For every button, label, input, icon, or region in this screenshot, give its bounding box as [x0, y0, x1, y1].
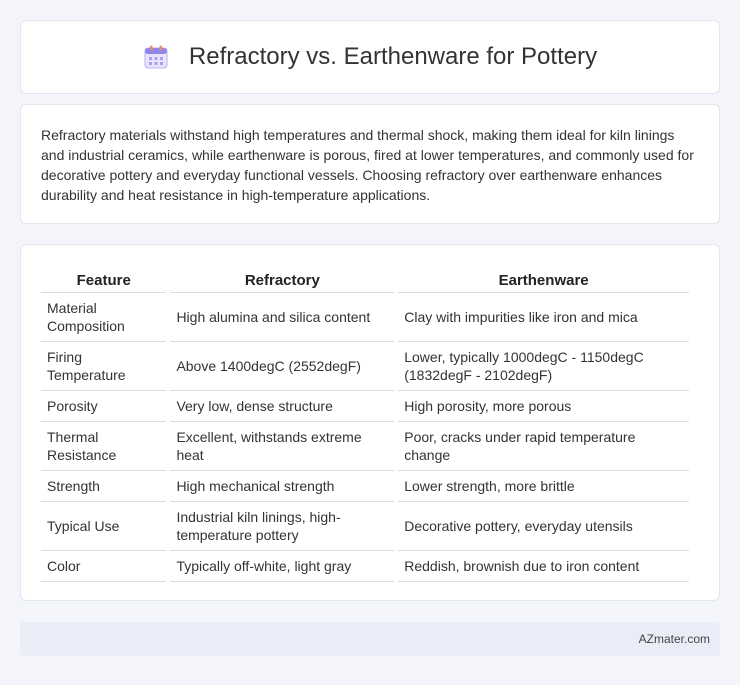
refractory-cell: High mechanical strength	[170, 471, 395, 502]
refractory-cell: Above 1400degC (2552degF)	[170, 342, 395, 391]
calendar-icon	[143, 44, 169, 70]
refractory-cell: Excellent, withstands extreme heat	[170, 422, 395, 471]
header-refractory: Refractory	[170, 265, 395, 293]
title-card: Refractory vs. Earthenware for Pottery	[20, 20, 720, 94]
feature-cell: Color	[41, 551, 167, 582]
feature-cell: Typical Use	[41, 502, 167, 551]
table-row: Porosity Very low, dense structure High …	[41, 391, 689, 422]
footer-site-link[interactable]: AZmater.com	[639, 632, 710, 646]
table-row: Color Typically off-white, light gray Re…	[41, 551, 689, 582]
page-title: Refractory vs. Earthenware for Pottery	[188, 43, 598, 70]
table-row: Material Composition High alumina and si…	[41, 293, 689, 342]
table-row: Typical Use Industrial kiln linings, hig…	[41, 502, 689, 551]
earthenware-cell: Lower, typically 1000degC - 1150degC (18…	[398, 342, 689, 391]
comparison-table: Feature Refractory Earthenware Material …	[37, 265, 693, 582]
refractory-cell: Very low, dense structure	[170, 391, 395, 422]
earthenware-cell: High porosity, more porous	[398, 391, 689, 422]
earthenware-cell: Lower strength, more brittle	[398, 471, 689, 502]
feature-cell: Firing Temperature	[41, 342, 167, 391]
refractory-cell: High alumina and silica content	[170, 293, 395, 342]
header-earthenware: Earthenware	[398, 265, 689, 293]
feature-cell: Porosity	[41, 391, 167, 422]
summary-card: Refractory materials withstand high temp…	[20, 104, 720, 224]
refractory-cell: Typically off-white, light gray	[170, 551, 395, 582]
feature-cell: Material Composition	[41, 293, 167, 342]
comparison-table-card: Feature Refractory Earthenware Material …	[20, 244, 720, 601]
table-row: Firing Temperature Above 1400degC (2552d…	[41, 342, 689, 391]
refractory-cell: Industrial kiln linings, high-temperatur…	[170, 502, 395, 551]
header-feature: Feature	[41, 265, 167, 293]
table-row: Strength High mechanical strength Lower …	[41, 471, 689, 502]
footer: AZmater.com	[20, 622, 720, 656]
earthenware-cell: Poor, cracks under rapid temperature cha…	[398, 422, 689, 471]
feature-cell: Thermal Resistance	[41, 422, 167, 471]
summary-text: Refractory materials withstand high temp…	[41, 127, 694, 203]
earthenware-cell: Reddish, brownish due to iron content	[398, 551, 689, 582]
table-header-row: Feature Refractory Earthenware	[41, 265, 689, 293]
earthenware-cell: Clay with impurities like iron and mica	[398, 293, 689, 342]
table-row: Thermal Resistance Excellent, withstands…	[41, 422, 689, 471]
earthenware-cell: Decorative pottery, everyday utensils	[398, 502, 689, 551]
feature-cell: Strength	[41, 471, 167, 502]
